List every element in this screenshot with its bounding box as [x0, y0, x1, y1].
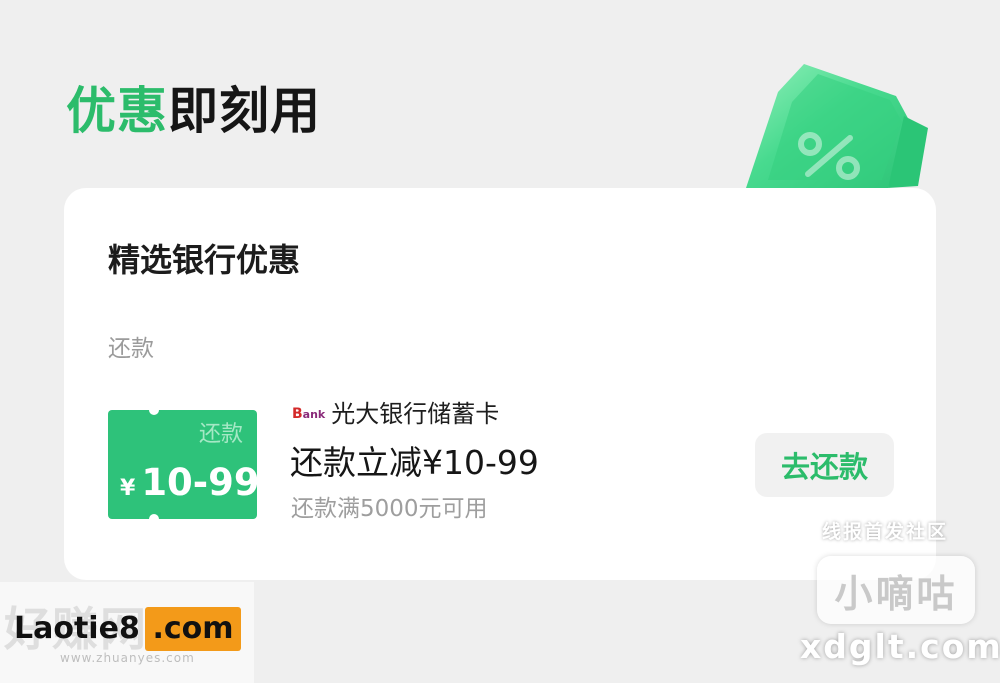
offer-ticket: 还款 ¥10-99	[108, 410, 257, 519]
ticket-notch-top	[149, 410, 159, 415]
page-title: 优惠即刻用	[66, 86, 321, 136]
watermark-badge: 小嘀咕	[817, 556, 975, 624]
watermark-faint-url: www.zhuanyes.com	[60, 651, 195, 665]
watermark-site-name: Laotie8	[14, 611, 140, 646]
bank-offers-card: 精选银行优惠 还款 还款 ¥10-99 Bank 光大银行储蓄卡 还款立减¥10…	[64, 188, 936, 580]
watermark-caption: 线报首发社区	[822, 521, 949, 543]
offer-title: 还款立减¥10-99	[290, 443, 539, 482]
repay-button[interactable]: 去还款	[755, 433, 894, 497]
ticket-amount-value: 10-99	[141, 461, 257, 504]
ticket-currency: ¥	[120, 476, 136, 501]
watermark-domain: xdglt.com	[800, 627, 1000, 666]
ticket-tag: 还款	[198, 422, 243, 447]
category-label: 还款	[108, 336, 154, 362]
bank-name: 光大银行储蓄卡	[331, 400, 500, 428]
ticket-amount: ¥10-99	[120, 464, 257, 501]
ticket-notch-bottom	[149, 514, 159, 519]
offer-condition: 还款满5000元可用	[291, 496, 488, 522]
bank-logo-icon: Bank	[292, 406, 326, 422]
section-title: 精选银行优惠	[108, 241, 301, 279]
bank-row: Bank 光大银行储蓄卡	[292, 402, 499, 426]
watermark-site-tld: .com	[145, 607, 241, 651]
page-title-rest: 即刻用	[168, 82, 321, 140]
percent-coupon-icon	[746, 64, 928, 188]
page-title-accent: 优惠	[66, 82, 168, 140]
